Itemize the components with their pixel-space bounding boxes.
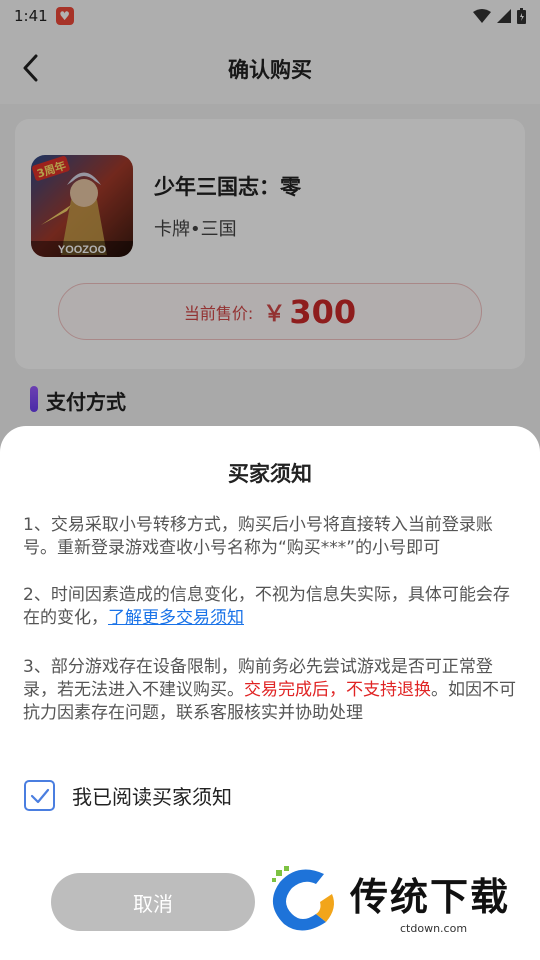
agree-label: 我已阅读买家须知	[72, 785, 232, 809]
agree-checkbox[interactable]	[24, 780, 55, 811]
learn-more-link[interactable]: 了解更多交易须知	[108, 608, 244, 628]
watermark-text: 传统下载	[350, 875, 511, 919]
cancel-button[interactable]: 取消	[51, 873, 255, 931]
no-refund-warning: 交易完成后，不支持退换	[244, 680, 431, 700]
notice-item-3: 3、部分游戏存在设备限制，购前务必先尝试游戏是否可正常登录，若无法进入不建议购买…	[23, 656, 521, 725]
check-icon	[30, 788, 49, 803]
watermark-emblem	[272, 866, 334, 931]
watermark-url: ctdown.com	[400, 922, 468, 935]
notice-item-1: 1、交易采取小号转移方式，购买后小号将直接转入当前登录账号。重新登录游戏查收小号…	[23, 515, 493, 558]
notice-item-2-text: 2、时间因素造成的信息变化，不视为信息失实际，具体可能会存在的变化，	[23, 585, 510, 628]
notice-item-2: 2、时间因素造成的信息变化，不视为信息失实际，具体可能会存在的变化，了解更多交易…	[23, 584, 521, 630]
dialog-title: 买家须知	[228, 462, 312, 486]
watermark-logo: 传统下载 ctdown.com	[268, 862, 518, 938]
agree-checkbox-row[interactable]: 我已阅读买家须知	[24, 780, 232, 811]
